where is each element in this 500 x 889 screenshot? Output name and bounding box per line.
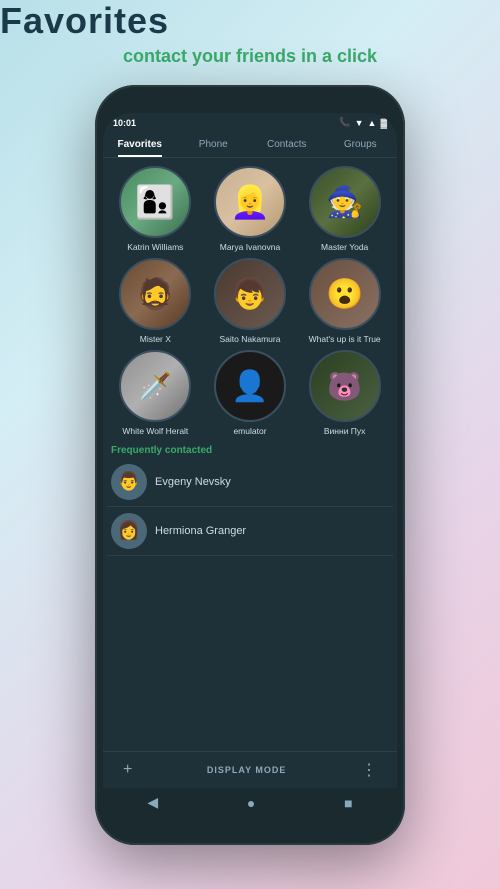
home-button[interactable]: ● — [247, 795, 255, 811]
contact-item-whatsup[interactable]: What's up is it True — [300, 258, 389, 344]
avatar-wolf — [119, 350, 191, 422]
phone-frame: 10:01 📞 ▼ ▲ ▓ Favorites Phone Contacts G… — [95, 85, 405, 845]
frequent-item-hermiona[interactable]: 👩 Hermiona Granger — [107, 507, 393, 556]
contact-item-marya[interactable]: Marya Ivanovna — [206, 166, 295, 252]
status-time: 10:01 — [113, 118, 136, 128]
tab-favorites[interactable]: Favorites — [103, 132, 177, 157]
signal-icon: ▲ — [368, 118, 377, 128]
contact-item-saito[interactable]: Saito Nakamura — [206, 258, 295, 344]
page-title: Favorites — [0, 0, 169, 41]
contact-name-saito: Saito Nakamura — [220, 334, 281, 344]
more-options-button[interactable]: ⋮ — [355, 758, 383, 782]
contact-name-emulator: emulator — [233, 426, 266, 436]
status-bar: 10:01 📞 ▼ ▲ ▓ — [103, 113, 397, 132]
contact-name-marya: Marya Ivanovna — [220, 242, 280, 252]
frequent-name-evgeny: Evgeny Nevsky — [155, 476, 231, 488]
avatar-evgeny: 👨 — [111, 464, 147, 500]
tab-groups[interactable]: Groups — [324, 132, 398, 157]
contact-item-yoda[interactable]: Master Yoda — [300, 166, 389, 252]
tab-contacts[interactable]: Contacts — [250, 132, 324, 157]
back-button[interactable]: ◀ — [147, 794, 158, 811]
contact-name-yoda: Master Yoda — [321, 242, 368, 252]
frequent-section-label: Frequently contacted — [103, 441, 397, 458]
nav-bar: ◀ ● ■ — [103, 788, 397, 817]
bottom-bar: + DISPLAY MODE ⋮ — [103, 751, 397, 788]
display-mode-button[interactable]: DISPLAY MODE — [207, 765, 287, 775]
contact-item-vinni[interactable]: Винни Пух — [300, 350, 389, 436]
page-subtitle: contact your friends in a click — [0, 46, 500, 67]
avatar-katrin — [119, 166, 191, 238]
frequent-name-hermiona: Hermiona Granger — [155, 525, 246, 537]
tab-phone[interactable]: Phone — [177, 132, 251, 157]
contact-name-whatsup: What's up is it True — [309, 334, 381, 344]
tabs-bar: Favorites Phone Contacts Groups — [103, 132, 397, 158]
contact-name-katrin: Katrin Williams — [127, 242, 183, 252]
avatar-emulator — [214, 350, 286, 422]
contact-item-katrin[interactable]: Katrin Williams — [111, 166, 200, 252]
contact-name-wolf: White Wolf Heralt — [122, 426, 188, 436]
status-icons: 📞 ▼ ▲ ▓ — [339, 117, 387, 128]
avatar-hermiona: 👩 — [111, 513, 147, 549]
phone-screen: 10:01 📞 ▼ ▲ ▓ Favorites Phone Contacts G… — [103, 113, 397, 817]
avatar-misterx — [119, 258, 191, 330]
wifi-icon: ▼ — [355, 118, 364, 128]
contact-name-vinni: Винни Пух — [324, 426, 366, 436]
avatar-yoda — [309, 166, 381, 238]
avatar-saito — [214, 258, 286, 330]
call-icon: 📞 — [339, 117, 350, 128]
phone-frame-wrapper: 10:01 📞 ▼ ▲ ▓ Favorites Phone Contacts G… — [0, 85, 500, 845]
contacts-grid: Katrin Williams Marya Ivanovna Master Yo… — [103, 158, 397, 441]
avatar-vinni — [309, 350, 381, 422]
battery-icon: ▓ — [380, 118, 387, 128]
avatar-whatsup — [309, 258, 381, 330]
recents-button[interactable]: ■ — [344, 795, 352, 811]
contact-item-emulator[interactable]: emulator — [206, 350, 295, 436]
frequent-list: 👨 Evgeny Nevsky 👩 Hermiona Granger — [103, 458, 397, 751]
contact-item-wolf[interactable]: White Wolf Heralt — [111, 350, 200, 436]
add-button[interactable]: + — [117, 759, 138, 781]
contact-item-misterx[interactable]: Mister X — [111, 258, 200, 344]
contact-name-misterx: Mister X — [140, 334, 171, 344]
avatar-marya — [214, 166, 286, 238]
frequent-item-evgeny[interactable]: 👨 Evgeny Nevsky — [107, 458, 393, 507]
